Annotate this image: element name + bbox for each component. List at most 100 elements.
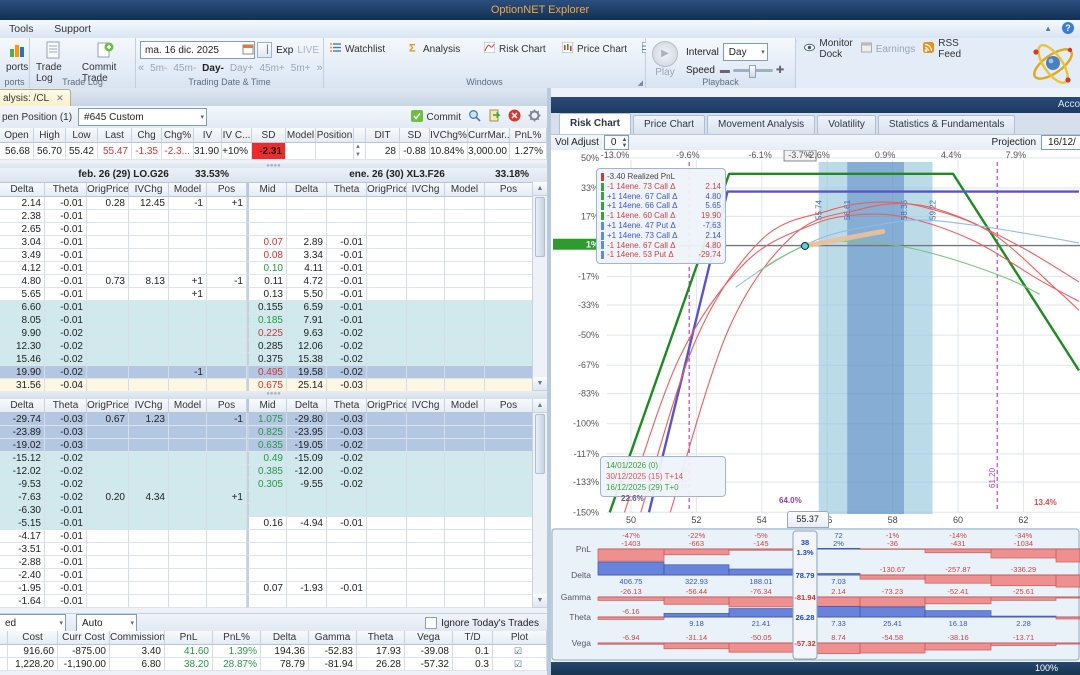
speed-slider[interactable]: ▬ ✚ (720, 65, 784, 78)
row-spinner[interactable]: ▲ ▼ (354, 143, 366, 160)
summary-col-DIT[interactable]: DIT (366, 128, 400, 143)
filter-select[interactable]: ed ▾ (0, 614, 66, 632)
summary-col-spin[interactable] (354, 128, 366, 143)
summary-col-IVChg%[interactable]: IVChg% (430, 128, 468, 143)
chain-col-IVChg[interactable]: IVChg (129, 399, 169, 413)
collapse-ribbon-icon[interactable]: ▲ (1044, 24, 1052, 33)
chain-col-Theta[interactable]: Theta (45, 399, 87, 413)
option-row[interactable]: -29.74 -0.03 0.67 1.23 -1 1.075 -29.80 -0.03 (0, 413, 547, 426)
option-row[interactable]: 6.60 -0.01 0.155 6.59 -0.01 (0, 301, 547, 314)
ignore-trades-checkbox[interactable]: Ignore Today's Trades (425, 617, 547, 629)
chain-col-Delta[interactable]: Delta (0, 183, 45, 197)
scroll-up-icon[interactable]: ▲ (533, 399, 547, 413)
windows-item-analysis[interactable]: Σ Analysis (404, 41, 480, 57)
chain-col-OrigPrice[interactable]: OrigPrice (367, 399, 407, 413)
live-badge[interactable]: LIVE (297, 45, 319, 56)
plot-checkbox[interactable]: ☑ (493, 658, 547, 671)
scroll-thumb[interactable] (535, 414, 545, 474)
step-forward-fast-icon[interactable]: » (317, 62, 323, 74)
projection-dates-annotation[interactable]: 14/01/2026 (0) 30/12/2025 (15) T+14 16/12/… (600, 456, 726, 497)
totals-col-Theta[interactable]: Theta (357, 631, 405, 645)
summary-col-Last[interactable]: Last (98, 128, 132, 143)
chain-col-IVChg[interactable]: IVChg (407, 399, 445, 413)
scroll-down-icon[interactable]: ▼ (533, 594, 547, 608)
option-row[interactable]: 5.65 -0.01 +1 0.13 5.50 -0.01 (0, 288, 547, 301)
option-row[interactable]: 3.49 -0.01 0.08 3.34 -0.01 (0, 249, 547, 262)
summary-col-SD[interactable]: SD (252, 128, 286, 143)
totals-col-PnL[interactable]: PnL (165, 631, 213, 645)
menu-support[interactable]: Support (45, 20, 100, 38)
trading-date-input[interactable]: ma. 16 dic. 2025 (140, 41, 256, 59)
chain-col-Pos[interactable]: Pos (485, 399, 533, 413)
option-row[interactable]: -1.64 -0.01 (0, 595, 547, 608)
checkbox-icon[interactable] (425, 617, 438, 629)
chain-col-Delta[interactable]: Delta (287, 399, 327, 413)
option-row[interactable]: 4.12 -0.01 0.10 4.11 -0.01 (0, 262, 547, 275)
summary-col-SD[interactable]: SD (400, 128, 430, 143)
chain-col-Model[interactable]: Model (445, 399, 485, 413)
chain-col-Theta[interactable]: Theta (45, 183, 87, 197)
option-row[interactable]: -1.95 -0.01 0.07 -1.93 -0.01 (0, 582, 547, 595)
option-row[interactable]: -7.63 -0.02 0.20 4.34 +1 (0, 491, 547, 504)
totals-col-Curr Cost[interactable]: Curr Cost (58, 631, 110, 645)
option-row[interactable]: 2.14 -0.01 0.28 12.45 -1 +1 (0, 197, 547, 210)
step-5m-minus[interactable]: 5m- (150, 63, 167, 74)
help-icon[interactable]: ? (1062, 22, 1074, 34)
totals-col-edge[interactable] (0, 631, 8, 645)
option-row[interactable]: -2.88 -0.01 (0, 556, 547, 569)
chain-col-Theta[interactable]: Theta (327, 399, 367, 413)
windows-item-risk-chart[interactable]: Risk Chart (480, 41, 558, 57)
option-row[interactable]: 12.30 -0.02 0.285 12.06 -0.02 (0, 340, 547, 353)
option-row[interactable]: 4.80 -0.01 0.73 8.13 +1 -1 0.11 4.72 -0.01 (0, 275, 547, 288)
totals-col-Plot[interactable]: Plot (493, 631, 547, 645)
option-row[interactable]: -3.51 -0.01 (0, 543, 547, 556)
option-row[interactable]: 15.46 -0.02 0.375 15.38 -0.02 (0, 353, 547, 366)
option-row[interactable]: 19.90 -0.02 -1 0.495 19.58 -0.02 (0, 366, 547, 379)
totals-col-Commission[interactable]: Commission (110, 631, 165, 645)
summary-col-Model[interactable]: Model (286, 128, 316, 143)
summary-col-High[interactable]: High (34, 128, 66, 143)
step-back-fast-icon[interactable]: « (138, 62, 144, 74)
option-row[interactable]: -23.89 -0.03 0.825 -23.95 -0.03 (0, 426, 547, 439)
scroll-thumb[interactable] (535, 197, 545, 257)
step-45m-minus[interactable]: 45m- (173, 63, 196, 74)
reports-button[interactable]: ports (0, 38, 29, 73)
tab-statistics-fundamentals[interactable]: Statistics & Fundamentals (877, 115, 1016, 134)
chain-col-OrigPrice[interactable]: OrigPrice (87, 183, 129, 197)
option-row[interactable]: 2.65 -0.01 (0, 223, 547, 236)
chain-col-Pos[interactable]: Pos (207, 183, 247, 197)
option-row[interactable]: -15.12 -0.02 0.49 -15.09 -0.02 (0, 452, 547, 465)
step-day-plus[interactable]: Day+ (230, 63, 254, 74)
windows-item-watchlist[interactable]: Watchlist (326, 41, 404, 57)
vertical-scrollbar[interactable]: ▲ ▼ (532, 399, 547, 608)
zoom-icon[interactable] (468, 109, 481, 125)
chain-col-Model[interactable]: Model (169, 183, 207, 197)
menu-tools[interactable]: Tools (0, 20, 43, 38)
projection-date-input[interactable]: 16/12/ (1041, 135, 1080, 150)
totals-col-Cost[interactable]: Cost (8, 631, 58, 645)
scroll-down-icon[interactable]: ▼ (533, 377, 547, 391)
summary-col-Chg[interactable]: Chg (132, 128, 162, 143)
option-row[interactable]: -5.15 -0.01 0.16 -4.94 -0.01 (0, 517, 547, 530)
option-row[interactable]: 9.90 -0.02 0.225 9.63 -0.02 (0, 327, 547, 340)
play-button[interactable]: ▶ (652, 41, 678, 67)
summary-col-Chg%[interactable]: Chg% (162, 128, 194, 143)
position-select[interactable]: #645 Custom ▾ (78, 108, 208, 126)
option-row[interactable]: -6.30 -0.01 (0, 504, 547, 517)
totals-col-Vega[interactable]: Vega (405, 631, 453, 645)
totals-col-Gamma[interactable]: Gamma (309, 631, 357, 645)
chain-col-Mid[interactable]: Mid (247, 183, 287, 197)
option-row[interactable]: 3.04 -0.01 0.07 2.89 -0.01 (0, 236, 547, 249)
summary-col-IV[interactable]: IV (194, 128, 222, 143)
summary-col-Low[interactable]: Low (66, 128, 98, 143)
option-row[interactable]: -2.40 -0.01 (0, 569, 547, 582)
summary-col-Position[interactable]: Position (316, 128, 354, 143)
option-row[interactable]: -19.02 -0.03 0.635 -19.05 -0.02 (0, 439, 547, 452)
splitter-handle[interactable]: ●●●● (0, 391, 547, 399)
tab-price-chart[interactable]: Price Chart (633, 115, 706, 134)
summary-col-PnL%[interactable]: PnL% (510, 128, 547, 143)
vertical-scrollbar[interactable]: ▲ ▼ (532, 182, 547, 391)
tab-movement-analysis[interactable]: Movement Analysis (707, 115, 816, 134)
interval-select[interactable]: Day ▾ (722, 43, 768, 61)
tab-risk-chart[interactable]: Risk Chart (559, 113, 632, 134)
